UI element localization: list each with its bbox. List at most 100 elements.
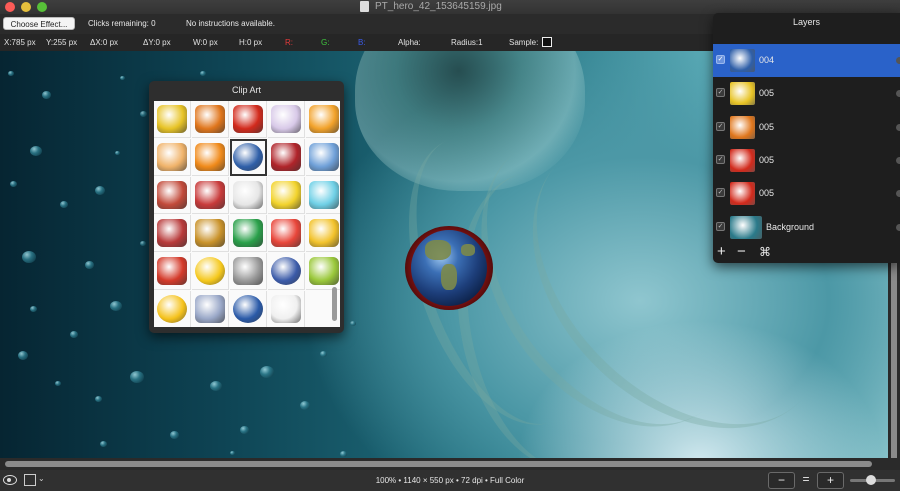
clip-girl[interactable] bbox=[154, 139, 191, 176]
zoom-in-button[interactable]: + bbox=[817, 472, 844, 489]
clip-orange-partial[interactable] bbox=[306, 101, 340, 138]
sample-toggle[interactable] bbox=[542, 37, 552, 47]
clip-flowerpot[interactable] bbox=[154, 177, 191, 214]
layer-thumbnail bbox=[730, 182, 755, 206]
instructions-text: No instructions available. bbox=[186, 19, 275, 28]
layer-name: 005 bbox=[759, 121, 775, 132]
bubble bbox=[320, 351, 327, 357]
clip-pencil-tool[interactable] bbox=[192, 139, 229, 176]
layer-visibility-checkbox[interactable]: ✓ bbox=[716, 221, 725, 231]
layer-row[interactable]: ✓ 005 bbox=[713, 111, 900, 144]
layer-visibility-checkbox[interactable]: ✓ bbox=[716, 188, 725, 198]
bubble bbox=[115, 151, 120, 155]
layer-thumbnail bbox=[730, 82, 755, 106]
clip-art-scrollbar[interactable] bbox=[332, 287, 337, 321]
clip-cyan-partial-icon bbox=[309, 181, 339, 209]
clip-bmw-logo-icon bbox=[233, 295, 263, 323]
clip-fairy[interactable] bbox=[268, 101, 305, 138]
horizontal-scroll-thumb[interactable] bbox=[5, 461, 872, 467]
close-window-button[interactable] bbox=[5, 2, 15, 12]
clip-yellow-car[interactable] bbox=[154, 101, 191, 138]
merge-layer-button[interactable]: ⌘ bbox=[759, 245, 771, 259]
clip-bmw-logo[interactable] bbox=[230, 291, 267, 327]
alpha-readout: Alpha: bbox=[398, 38, 421, 47]
clip-usa-flag-icon bbox=[157, 219, 187, 247]
clip-cartoon-dog[interactable] bbox=[268, 291, 305, 327]
layer-options-icon[interactable] bbox=[896, 90, 900, 98]
layer-row[interactable]: ✓ Background bbox=[713, 211, 900, 244]
bubble bbox=[30, 306, 37, 312]
clip-mario[interactable] bbox=[154, 253, 191, 290]
layer-visibility-checkbox[interactable]: ✓ bbox=[716, 121, 725, 131]
horizontal-scrollbar[interactable] bbox=[0, 458, 900, 470]
clip-yellow-partial[interactable] bbox=[306, 215, 340, 252]
bubble bbox=[22, 251, 36, 263]
clip-laughing-smiley[interactable] bbox=[154, 291, 191, 327]
green-readout: G: bbox=[321, 38, 330, 47]
blue-readout: B: bbox=[358, 38, 366, 47]
bubble bbox=[10, 181, 17, 187]
bubble bbox=[230, 451, 235, 455]
clip-hamster[interactable] bbox=[230, 177, 267, 214]
clip-cartoon-creature[interactable] bbox=[268, 215, 305, 252]
bubble bbox=[100, 441, 107, 447]
clip-paper-crane[interactable] bbox=[192, 291, 229, 327]
title-bar: PT_hero_42_153645159.jpg bbox=[0, 0, 900, 14]
zoom-fit-button[interactable]: = bbox=[796, 472, 816, 489]
remove-layer-button[interactable]: − bbox=[737, 243, 746, 260]
clip-hamster-icon bbox=[233, 181, 263, 209]
layer-row[interactable]: ✓ 005 bbox=[713, 144, 900, 177]
app-window: PT_hero_42_153645159.jpg Choose Effect..… bbox=[0, 0, 900, 491]
choose-effect-button[interactable]: Choose Effect... bbox=[3, 17, 75, 30]
clip-bicycle-icon bbox=[195, 181, 225, 209]
clip-vw-logo[interactable] bbox=[268, 253, 305, 290]
zoom-window-button[interactable] bbox=[37, 2, 47, 12]
clip-art-grid bbox=[154, 101, 340, 327]
layer-visibility-checkbox[interactable]: ✓ bbox=[716, 55, 725, 64]
layer-visibility-checkbox[interactable]: ✓ bbox=[716, 154, 725, 164]
clip-motorcycle[interactable] bbox=[268, 139, 305, 176]
clip-germany-flag[interactable] bbox=[230, 101, 267, 138]
layer-row[interactable]: ✓ 005 bbox=[713, 177, 900, 210]
add-layer-button[interactable]: + bbox=[717, 243, 726, 260]
clip-girl-icon bbox=[157, 143, 187, 171]
clip-rubber-duck[interactable] bbox=[268, 177, 305, 214]
layer-row[interactable]: ✓ 004 bbox=[713, 44, 900, 77]
minimize-window-button[interactable] bbox=[21, 2, 31, 12]
window-title: PT_hero_42_153645159.jpg bbox=[375, 1, 502, 12]
earth-clipart-object[interactable] bbox=[405, 226, 493, 310]
bubble bbox=[95, 186, 105, 195]
clip-green-partial-icon bbox=[309, 257, 339, 285]
clip-bicycle[interactable] bbox=[192, 177, 229, 214]
bubble bbox=[70, 331, 78, 338]
clip-cartoon-dog-icon bbox=[271, 295, 301, 323]
clip-robot[interactable] bbox=[192, 215, 229, 252]
clip-paper-crane-icon bbox=[195, 295, 225, 323]
bubble bbox=[30, 146, 42, 156]
clip-cyan-partial[interactable] bbox=[306, 177, 340, 214]
layer-options-icon[interactable] bbox=[896, 57, 900, 64]
bubble bbox=[120, 76, 125, 80]
layer-row[interactable]: ✓ 005 bbox=[713, 77, 900, 110]
clip-butterfly[interactable] bbox=[192, 101, 229, 138]
clip-brazil-flag[interactable] bbox=[230, 215, 267, 252]
layer-options-icon[interactable] bbox=[896, 123, 900, 131]
clip-earth[interactable] bbox=[230, 139, 267, 176]
layer-options-icon[interactable] bbox=[896, 156, 900, 164]
clip-blue-partial[interactable] bbox=[306, 139, 340, 176]
image-info: 100% • 1140 × 550 px • 72 dpi • Full Col… bbox=[375, 476, 525, 485]
clip-writing-desk[interactable] bbox=[230, 253, 267, 290]
zoom-slider-knob[interactable] bbox=[866, 475, 876, 485]
layer-visibility-checkbox[interactable]: ✓ bbox=[716, 88, 725, 98]
clip-usa-flag[interactable] bbox=[154, 215, 191, 252]
layer-options-icon[interactable] bbox=[896, 223, 900, 231]
clip-yellow-smiley[interactable] bbox=[192, 253, 229, 290]
bubble bbox=[170, 431, 179, 439]
clip-green-partial[interactable] bbox=[306, 253, 340, 290]
layer-options-icon[interactable] bbox=[896, 190, 900, 198]
clicks-remaining: Clicks remaining: 0 bbox=[88, 19, 156, 28]
clip-writing-desk-icon bbox=[233, 257, 263, 285]
bubble bbox=[140, 241, 146, 246]
zoom-out-button[interactable]: − bbox=[768, 472, 795, 489]
clip-mario-icon bbox=[157, 257, 187, 285]
